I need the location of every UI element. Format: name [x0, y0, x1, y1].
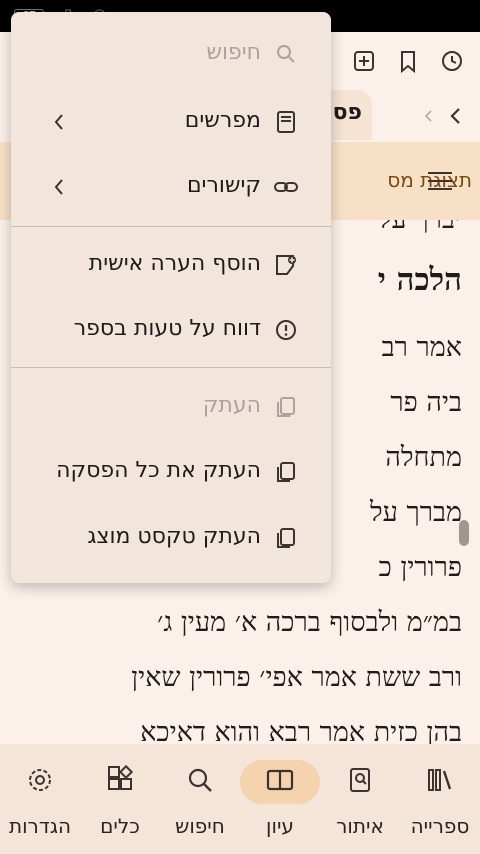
chevron-left-icon [54, 114, 63, 130]
copy-icon [277, 397, 295, 417]
menu-commentaries-label: מפרשים [184, 108, 261, 133]
add-tab-icon[interactable] [347, 44, 381, 78]
error-icon [276, 320, 296, 340]
nav-library[interactable]: ספרייה [400, 744, 480, 854]
nav-search[interactable]: חיפוש [160, 744, 240, 854]
text-line: מברך על [369, 497, 462, 528]
nav-tools[interactable]: כלים [80, 744, 160, 854]
context-menu: חיפוש מפרשים קישורים הוסף הערה אישית דוו… [11, 12, 331, 583]
menu-divider [11, 226, 331, 227]
menu-divider [11, 367, 331, 368]
text-line: ורב ששת אמר אפי׳ פרורין שאין [131, 662, 462, 693]
text-line: ביה פר [390, 387, 462, 418]
menu-search-label: חיפוש [206, 40, 261, 65]
gear-icon [20, 760, 60, 800]
book-icon [277, 111, 295, 133]
text-line: בהן כזית אמר רבא והוא דאיכא [140, 717, 462, 744]
view-mode-icon[interactable] [426, 168, 454, 194]
copy-icon [277, 528, 295, 548]
menu-copy-label: העתק [202, 393, 261, 418]
menu-copy[interactable]: העתק [11, 375, 331, 439]
bottom-nav: ספרייה איתור עיון חיפוש כלים הגדרות [0, 744, 480, 854]
chevron-left-icon[interactable] [444, 104, 468, 128]
text-line: מתחלה [385, 442, 462, 473]
menu-commentaries[interactable]: מפרשים [11, 90, 331, 154]
scrollbar-thumb[interactable] [459, 520, 469, 546]
copy-icon [277, 462, 295, 482]
menu-links[interactable]: קישורים [11, 155, 331, 219]
menu-report-error[interactable]: דווח על טעות בספר [11, 298, 331, 362]
menu-search[interactable]: חיפוש [11, 22, 331, 86]
search-icon [180, 760, 220, 800]
text-line: במ״מ ולבסוף ברכה א׳ מעין ג׳ [157, 607, 462, 638]
nav-locate[interactable]: איתור [320, 744, 400, 854]
menu-add-note[interactable]: הוסף הערה אישית [11, 233, 331, 297]
menu-copy-displayed-label: העתק טקסט מוצג [87, 524, 261, 549]
menu-copy-paragraph-label: העתק את כל הפסקה [56, 458, 261, 483]
open-book-icon [260, 760, 300, 800]
chevron-left-small-icon[interactable] [420, 106, 436, 126]
search-icon [277, 45, 295, 63]
locate-book-icon [340, 760, 380, 800]
bookmark-icon[interactable] [391, 44, 425, 78]
add-note-icon [276, 255, 296, 275]
tools-icon [100, 760, 140, 800]
menu-copy-displayed[interactable]: העתק טקסט מוצג [11, 506, 331, 570]
menu-report-error-label: דווח על טעות בספר [73, 316, 261, 341]
nav-study[interactable]: עיון [240, 744, 320, 854]
text-line: יברך על [379, 220, 462, 235]
library-icon [420, 760, 460, 800]
nav-settings[interactable]: הגדרות [0, 744, 80, 854]
menu-links-label: קישורים [186, 173, 261, 198]
nav-settings-label: הגדרות [8, 814, 72, 838]
menu-add-note-label: הוסף הערה אישית [88, 251, 261, 276]
section-heading: הלכה י [377, 262, 462, 298]
history-icon[interactable] [435, 44, 469, 78]
link-icon [274, 182, 298, 192]
menu-copy-paragraph[interactable]: העתק את כל הפסקה [11, 440, 331, 504]
text-line: אמר רב [381, 332, 462, 363]
text-line: פרורין כ [378, 552, 462, 583]
chevron-left-icon [54, 179, 63, 195]
